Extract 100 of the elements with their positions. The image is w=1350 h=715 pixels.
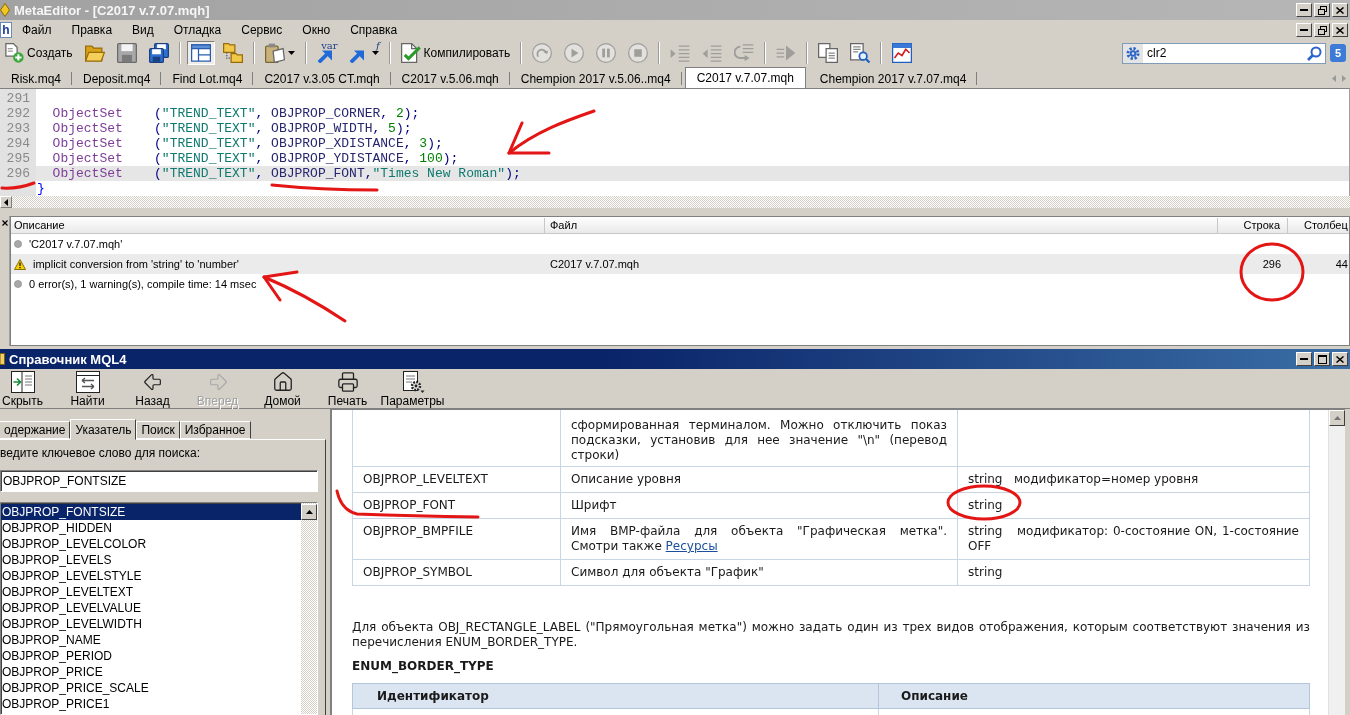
toolbar-button[interactable]: Параметры: [380, 371, 445, 408]
toolbar-button[interactable]: var: [312, 41, 341, 65]
minimize-button[interactable]: [1296, 23, 1312, 37]
toolbar-button[interactable]: Компилировать: [396, 41, 515, 65]
index-item[interactable]: OBJPROP_HIDDEN: [1, 520, 301, 536]
play-icon: [564, 43, 585, 63]
file-tab[interactable]: C2017 v.7.07.mqh: [684, 67, 806, 88]
index-item[interactable]: OBJPROP_NAME: [1, 632, 301, 648]
table-cell: Шрифт: [560, 492, 958, 519]
clipboard-icon: [264, 43, 285, 63]
table-cell: Описание уровня: [560, 466, 958, 493]
scroll-up-button[interactable]: [301, 504, 317, 520]
tab[interactable]: Избранное: [179, 421, 251, 439]
column-header[interactable]: Файл: [545, 218, 1218, 234]
index-item[interactable]: OBJPROP_PRICE: [1, 664, 301, 680]
menu-item[interactable]: Сервис: [231, 21, 293, 39]
close-icon: [1336, 355, 1344, 363]
menu-item[interactable]: Справка: [340, 21, 408, 39]
close-icon[interactable]: [1, 220, 8, 226]
minimize-icon: [1300, 29, 1308, 31]
link[interactable]: Ресурсы: [665, 539, 718, 553]
toolbar-button[interactable]: [186, 41, 215, 65]
index-item[interactable]: OBJPROP_LEVELCOLOR: [1, 536, 301, 552]
search-icon[interactable]: [1307, 45, 1322, 61]
toolbar-button[interactable]: Печать: [315, 371, 380, 408]
code-line: }: [36, 181, 45, 196]
document-icon: h: [0, 22, 12, 38]
message-row[interactable]: 'C2017 v.7.07.mqh': [11, 234, 1349, 254]
index-item[interactable]: OBJPROP_LEVELTEXT: [1, 584, 301, 600]
message-text: 0 error(s), 1 warning(s), compile time: 14 msec: [29, 278, 257, 290]
toolbar-button[interactable]: Назад: [120, 371, 185, 408]
minimize-button[interactable]: [1296, 352, 1312, 366]
copy-icon: [818, 43, 839, 63]
index-item[interactable]: OBJPROP_PERIOD: [1, 648, 301, 664]
index-item[interactable]: OBJPROP_FONTSIZE: [1, 504, 301, 520]
window-title: MetaEditor - [C2017 v.7.07.mqh]: [14, 2, 210, 18]
close-icon: [1336, 6, 1344, 14]
table-cell: OBJPROP_SYMBOL: [352, 559, 561, 586]
caret-up-icon: [305, 510, 313, 514]
message-line: 296: [1262, 258, 1281, 270]
close-button[interactable]: [1332, 3, 1348, 17]
close-button[interactable]: [1332, 352, 1348, 366]
toolbar-button[interactable]: Создать: [0, 41, 77, 65]
menu-item[interactable]: Правка: [61, 21, 123, 39]
index-item[interactable]: OBJPROP_LEVELWIDTH: [1, 616, 301, 632]
line-number: 295: [6, 151, 30, 166]
search-bar[interactable]: clr2: [1122, 42, 1326, 64]
message-count: 5: [1330, 44, 1346, 62]
menu-item[interactable]: Окно: [292, 21, 341, 39]
code-line: ObjectSet ("TREND_TEXT", OBJPROP_WIDTH, 5);: [51, 121, 412, 136]
toolbar-button[interactable]: Домой: [250, 371, 315, 408]
line-number: 296: [6, 166, 30, 181]
folders-icon: [222, 43, 243, 63]
minimize-icon: [1300, 358, 1308, 360]
tab[interactable]: Указатель: [70, 419, 137, 440]
toolbar-button[interactable]: Скрыть: [0, 371, 55, 408]
menu-item[interactable]: Вид: [122, 21, 164, 39]
tab[interactable]: Поиск: [136, 421, 180, 439]
toolbar-button[interactable]: f: [344, 41, 383, 65]
message-row[interactable]: implicit conversion from 'string' to 'number' C2017 v.7.07.mqh 296 44: [11, 254, 1349, 274]
column-header: Идентификатор: [352, 683, 879, 709]
warning-icon: [14, 258, 26, 270]
scroll-left-button[interactable]: [0, 196, 12, 208]
close-button[interactable]: [1332, 23, 1348, 37]
vertical-scrollbar[interactable]: [301, 503, 317, 714]
toolbar-button[interactable]: Найти: [55, 371, 120, 408]
search-prompt: ведите ключевое слово для поиска:: [0, 446, 201, 460]
table-cell: string: [957, 559, 1310, 586]
folder-icon: [84, 43, 105, 63]
horizontal-scrollbar[interactable]: [0, 196, 1350, 208]
line-number: 294: [6, 136, 30, 151]
settings-icon[interactable]: [1123, 43, 1143, 63]
index-item[interactable]: OBJPROP_LEVELS: [1, 552, 301, 568]
column-header[interactable]: Строка: [1218, 218, 1288, 234]
index-item[interactable]: OBJPROP_PRICE_SCALE: [1, 680, 301, 696]
menu-item[interactable]: Отладка: [163, 21, 232, 39]
index-item[interactable]: OBJPROP_LEVELSTYLE: [1, 568, 301, 584]
column-header[interactable]: Столбец: [1288, 218, 1349, 234]
restore-button[interactable]: [1314, 3, 1330, 17]
hand-drawn-underline: [0, 180, 36, 191]
restore-button[interactable]: [1314, 23, 1330, 37]
message-file: C2017 v.7.07.mqh: [550, 258, 640, 270]
window-layout-icon: [190, 43, 211, 63]
tab[interactable]: одержание: [0, 421, 71, 439]
menu-item[interactable]: Файл: [12, 21, 62, 39]
keyword-field[interactable]: OBJPROP_FONTSIZE: [0, 470, 318, 492]
minimize-icon: [1300, 9, 1308, 11]
scroll-up-button[interactable]: [1329, 410, 1345, 426]
column-header[interactable]: Описание: [11, 218, 545, 234]
column-header: Описание: [878, 683, 1310, 709]
index-item[interactable]: OBJPROP_PRICE1: [1, 696, 301, 712]
vertical-scrollbar[interactable]: [1328, 410, 1345, 715]
document-gear-icon: [400, 371, 425, 393]
message-row[interactable]: 0 error(s), 1 warning(s), compile time: 14 msec: [11, 274, 1349, 294]
table-cell: OBJPROP_BMPFILE: [352, 518, 561, 560]
maximize-button[interactable]: [1314, 352, 1330, 366]
minimize-button[interactable]: [1296, 3, 1312, 17]
table-cell: Символ для объекта "График": [560, 559, 958, 586]
index-item[interactable]: OBJPROP_LEVELVALUE: [1, 600, 301, 616]
pause-icon: [596, 43, 617, 63]
